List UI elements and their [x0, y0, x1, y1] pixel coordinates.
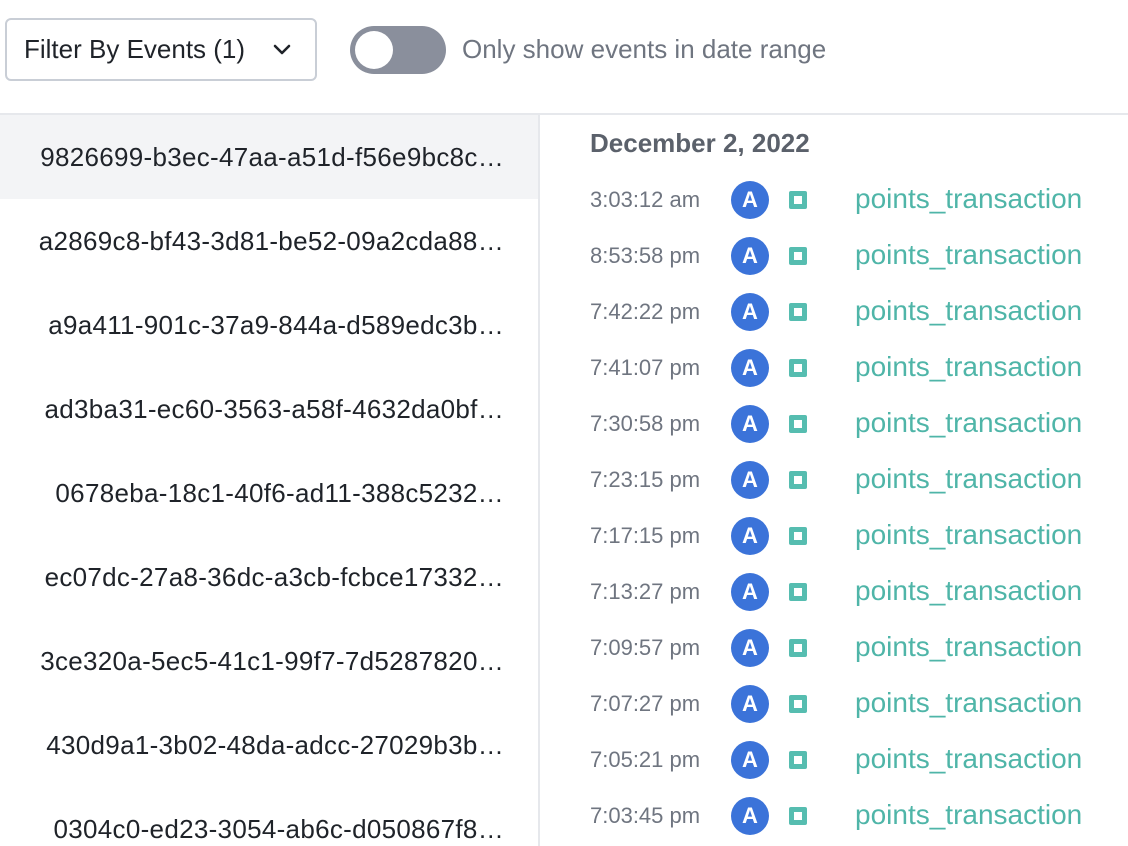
user-row[interactable]: 430d9a1-3b02-48da-adcc-27029b3b… — [0, 703, 538, 787]
avatar: A — [731, 237, 769, 275]
user-id: ec07dc-27a8-36dc-a3cb-fcbce17332… — [44, 561, 504, 592]
event-time: 7:03:45 pm — [590, 803, 701, 828]
user-id: 0678eba-18c1-40f6-ad11-388c5232… — [55, 477, 504, 508]
event-name-link[interactable]: points_transaction — [855, 407, 1082, 439]
user-row[interactable]: ec07dc-27a8-36dc-a3cb-fcbce17332… — [0, 535, 538, 619]
avatar: A — [731, 405, 769, 443]
event-name-link[interactable]: points_transaction — [855, 351, 1082, 383]
event-type-icon — [789, 807, 807, 825]
avatar: A — [731, 741, 769, 779]
user-row[interactable]: a9a411-901c-37a9-844a-d589edc3b… — [0, 283, 538, 367]
event-type-icon — [789, 415, 807, 433]
user-row[interactable]: 3ce320a-5ec5-41c1-99f7-7d5287820… — [0, 619, 538, 703]
event-time: 7:17:15 pm — [590, 523, 701, 548]
user-id: a9a411-901c-37a9-844a-d589edc3b… — [48, 309, 504, 340]
event-name-link[interactable]: points_transaction — [855, 519, 1082, 551]
event-stream: December 2, 2022 3:03:12 am Apoints_trans… — [541, 115, 1128, 846]
avatar: A — [731, 629, 769, 667]
event-time: 7:41:07 pm — [590, 355, 701, 380]
user-row[interactable]: a2869c8-bf43-3d81-be52-09a2cda88… — [0, 199, 538, 283]
date-range-toggle[interactable] — [350, 26, 446, 74]
user-row[interactable]: ad3ba31-ec60-3563-a58f-4632da0bf… — [0, 367, 538, 451]
user-id: 3ce320a-5ec5-41c1-99f7-7d5287820… — [40, 645, 504, 676]
user-id: 0304c0-ed23-3054-ab6c-d050867f8… — [53, 813, 504, 844]
event-name-link[interactable]: points_transaction — [855, 799, 1082, 831]
chevron-down-icon — [273, 44, 291, 55]
avatar: A — [731, 293, 769, 331]
event-row[interactable]: 7:30:58 pm Apoints_transaction — [541, 401, 1128, 449]
event-row[interactable]: 7:13:27 pm Apoints_transaction — [541, 569, 1128, 617]
avatar: A — [731, 349, 769, 387]
event-row[interactable]: 7:03:45 pm Apoints_transaction — [541, 793, 1128, 841]
event-time: 7:09:57 pm — [590, 635, 701, 660]
event-row[interactable]: 3:03:12 am Apoints_transaction — [541, 177, 1128, 225]
user-row[interactable]: 0304c0-ed23-3054-ab6c-d050867f8… — [0, 787, 538, 846]
event-type-icon — [789, 639, 807, 657]
event-type-icon — [789, 359, 807, 377]
date-heading: December 2, 2022 — [590, 128, 810, 158]
event-time: 8:53:58 pm — [590, 243, 701, 268]
user-row[interactable]: 0678eba-18c1-40f6-ad11-388c5232… — [0, 451, 538, 535]
event-time: 3:03:12 am — [590, 187, 701, 212]
user-list: 9826699-b3ec-47aa-a51d-f56e9bc8c… a2869c8… — [0, 115, 540, 846]
user-id: a2869c8-bf43-3d81-be52-09a2cda88… — [38, 225, 504, 256]
avatar: A — [731, 685, 769, 723]
event-name-link[interactable]: points_transaction — [855, 575, 1082, 607]
event-type-icon — [789, 191, 807, 209]
user-id: 9826699-b3ec-47aa-a51d-f56e9bc8c… — [40, 141, 504, 172]
event-row[interactable]: 7:07:27 pm Apoints_transaction — [541, 681, 1128, 729]
event-time: 7:23:15 pm — [590, 467, 701, 492]
user-row[interactable]: 9826699-b3ec-47aa-a51d-f56e9bc8c… — [0, 115, 538, 199]
toolbar: Filter By Events (1) Only show events in… — [0, 0, 1128, 115]
filter-by-events-dropdown[interactable]: Filter By Events (1) — [5, 18, 317, 81]
event-name-link[interactable]: points_transaction — [855, 687, 1082, 719]
avatar: A — [731, 181, 769, 219]
event-type-icon — [789, 527, 807, 545]
event-type-icon — [789, 471, 807, 489]
event-row[interactable]: 7:23:15 pm Apoints_transaction — [541, 457, 1128, 505]
user-id: 430d9a1-3b02-48da-adcc-27029b3b… — [46, 729, 504, 760]
event-row[interactable]: 8:53:58 pm Apoints_transaction — [541, 233, 1128, 281]
event-row[interactable]: 7:05:21 pm Apoints_transaction — [541, 737, 1128, 785]
event-name-link[interactable]: points_transaction — [855, 463, 1082, 495]
event-row[interactable]: 7:17:15 pm Apoints_transaction — [541, 513, 1128, 561]
toggle-label: Only show events in date range — [462, 34, 827, 64]
event-time: 7:07:27 pm — [590, 691, 701, 716]
event-time: 7:13:27 pm — [590, 579, 701, 604]
event-name-link[interactable]: points_transaction — [855, 239, 1082, 271]
event-row[interactable]: 7:42:22 pm Apoints_transaction — [541, 289, 1128, 337]
avatar: A — [731, 517, 769, 555]
toggle-knob — [355, 31, 393, 69]
event-type-icon — [789, 695, 807, 713]
event-type-icon — [789, 583, 807, 601]
event-name-link[interactable]: points_transaction — [855, 631, 1082, 663]
event-time: 7:42:22 pm — [590, 299, 701, 324]
avatar: A — [731, 573, 769, 611]
event-type-icon — [789, 303, 807, 321]
event-row[interactable]: 7:09:57 pm Apoints_transaction — [541, 625, 1128, 673]
event-name-link[interactable]: points_transaction — [855, 183, 1082, 215]
user-id: ad3ba31-ec60-3563-a58f-4632da0bf… — [44, 393, 504, 424]
event-time: 7:30:58 pm — [590, 411, 701, 436]
event-name-link[interactable]: points_transaction — [855, 743, 1082, 775]
filter-label: Filter By Events (1) — [24, 34, 246, 64]
event-type-icon — [789, 247, 807, 265]
event-row[interactable]: 7:41:07 pm Apoints_transaction — [541, 345, 1128, 393]
event-name-link[interactable]: points_transaction — [855, 295, 1082, 327]
avatar: A — [731, 461, 769, 499]
event-type-icon — [789, 751, 807, 769]
avatar: A — [731, 797, 769, 835]
event-time: 7:05:21 pm — [590, 747, 701, 772]
